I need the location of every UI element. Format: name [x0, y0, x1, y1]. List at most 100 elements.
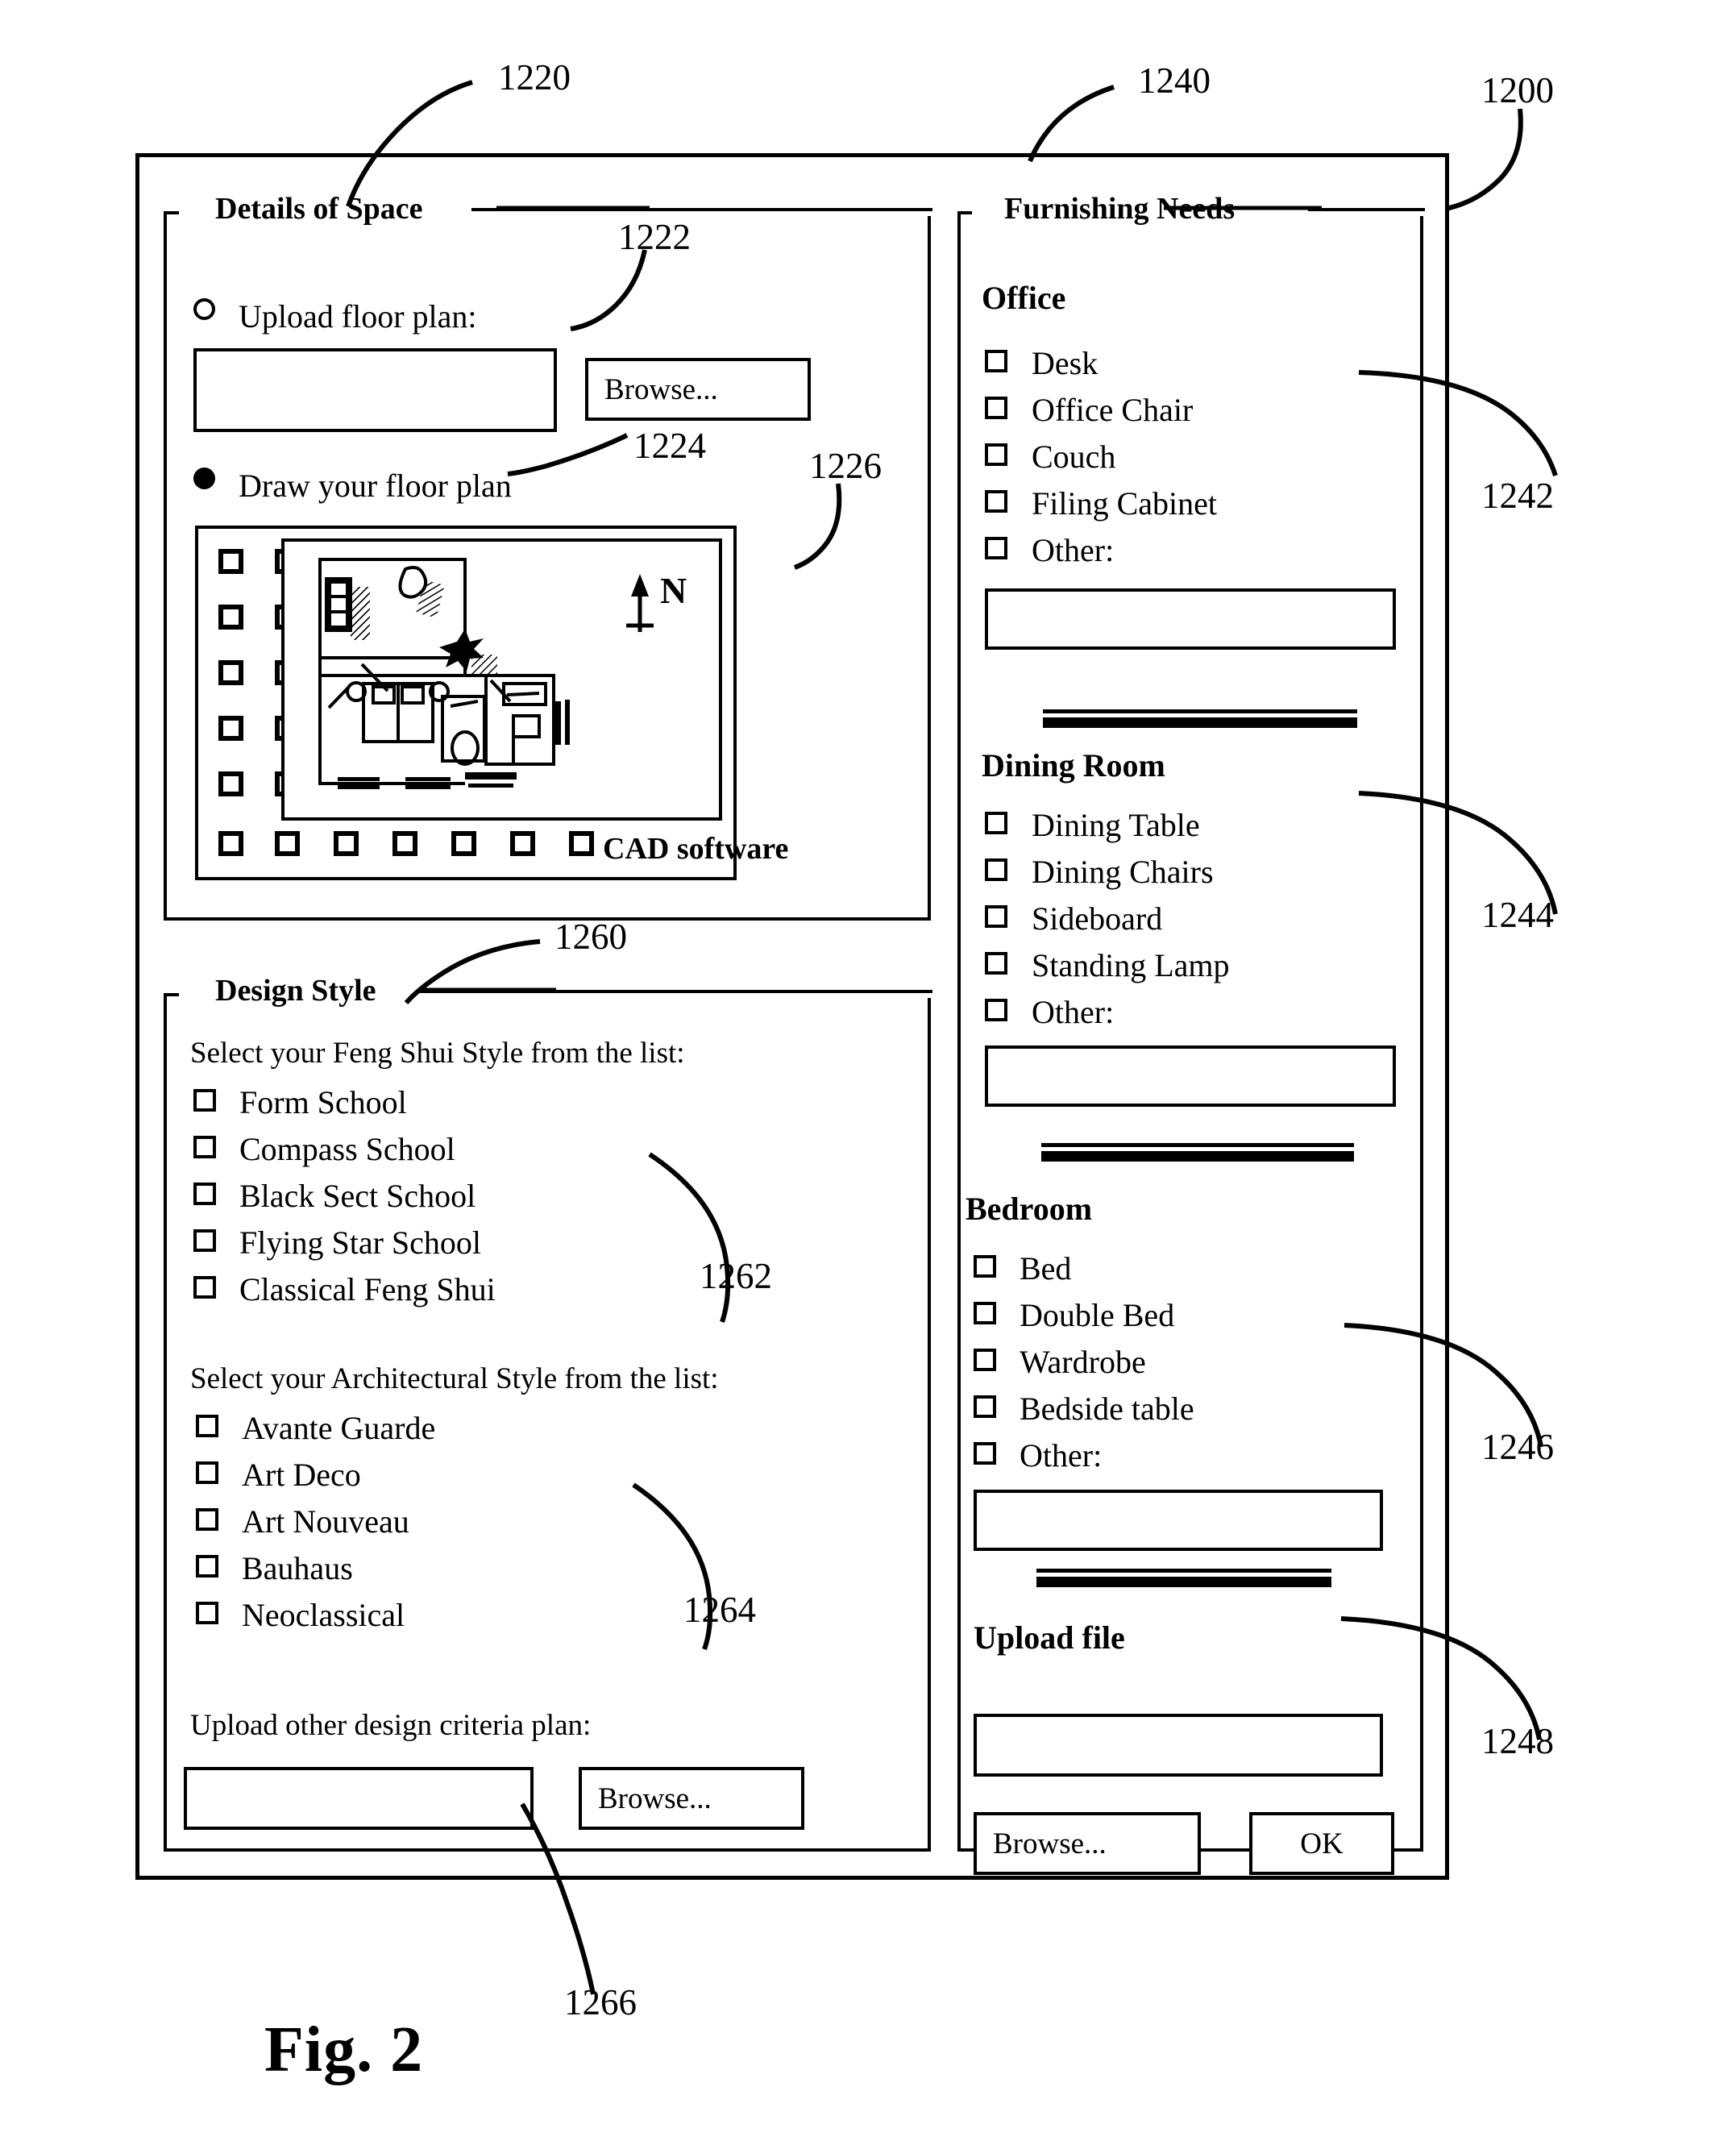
- label-dining-table: Dining Table: [1032, 807, 1200, 843]
- checkbox-form-school[interactable]: [193, 1089, 216, 1112]
- ref-1226: 1226: [809, 446, 882, 486]
- cad-tool-button[interactable]: [218, 549, 243, 574]
- checkbox-dining-other[interactable]: [985, 999, 1007, 1021]
- furnishing-needs-panel: [957, 211, 1423, 1852]
- design-style-title: Design Style: [204, 975, 388, 1006]
- label-bauhaus: Bauhaus: [242, 1550, 353, 1586]
- floor-plan-drawing: N: [318, 558, 687, 789]
- cad-tool-button[interactable]: [569, 831, 594, 856]
- upload-floor-plan-browse-button[interactable]: Browse...: [585, 358, 811, 421]
- dining-other-input[interactable]: [985, 1045, 1396, 1107]
- ref-1240: 1240: [1138, 60, 1211, 101]
- label-bedroom-other: Other:: [1020, 1437, 1103, 1474]
- design-panel-top-border-right: [419, 990, 932, 993]
- label-black-sect-school: Black Sect School: [239, 1178, 476, 1214]
- cad-tool-button[interactable]: [275, 831, 300, 856]
- label-desk: Desk: [1032, 345, 1098, 381]
- checkbox-compass-school[interactable]: [193, 1136, 216, 1158]
- ref-1246: 1246: [1481, 1427, 1554, 1467]
- architectural-prompt: Select your Architectural Style from the…: [190, 1362, 719, 1395]
- ref-1222: 1222: [618, 217, 691, 257]
- upload-file-browse-button[interactable]: Browse...: [974, 1812, 1201, 1875]
- checkbox-wardrobe[interactable]: [974, 1349, 996, 1371]
- checkbox-office-chair[interactable]: [985, 397, 1007, 419]
- checkbox-bedside-table[interactable]: [974, 1395, 996, 1418]
- label-art-nouveau: Art Nouveau: [242, 1503, 409, 1540]
- upload-other-criteria-browse-button[interactable]: Browse...: [579, 1767, 804, 1830]
- office-other-input[interactable]: [985, 588, 1396, 650]
- furnishing-panel-top-border-right: [1308, 208, 1425, 211]
- checkbox-bauhaus[interactable]: [196, 1555, 218, 1578]
- cad-tool-button[interactable]: [334, 831, 359, 856]
- checkbox-flying-star-school[interactable]: [193, 1229, 216, 1252]
- ref-1260: 1260: [554, 917, 627, 957]
- label-art-deco: Art Deco: [242, 1457, 361, 1493]
- office-section-divider: [1043, 709, 1357, 728]
- furnishing-needs-title: Furnishing Needs: [993, 193, 1247, 224]
- checkbox-art-deco[interactable]: [196, 1461, 218, 1484]
- draw-floor-plan-radio[interactable]: [193, 468, 215, 489]
- floor-plan-canvas[interactable]: N: [281, 538, 722, 821]
- label-double-bed: Double Bed: [1020, 1297, 1175, 1333]
- upload-file-input[interactable]: [974, 1714, 1383, 1777]
- cad-tool-button[interactable]: [451, 831, 476, 856]
- upload-floor-plan-input[interactable]: [193, 348, 557, 432]
- label-wardrobe: Wardrobe: [1020, 1344, 1146, 1380]
- ref-1266: 1266: [564, 1982, 637, 2022]
- cad-software-label: CAD software: [603, 832, 789, 866]
- checkbox-sideboard[interactable]: [985, 905, 1007, 928]
- cad-tool-button[interactable]: [218, 771, 243, 796]
- cad-tool-button[interactable]: [218, 605, 243, 630]
- label-dining-other: Other:: [1032, 994, 1115, 1030]
- cad-tool-button[interactable]: [218, 660, 243, 685]
- bedroom-other-input[interactable]: [974, 1490, 1383, 1551]
- cad-tool-button[interactable]: [218, 831, 243, 856]
- cad-tool-button[interactable]: [510, 831, 535, 856]
- checkbox-black-sect-school[interactable]: [193, 1183, 216, 1205]
- label-dining-chairs: Dining Chairs: [1032, 854, 1214, 890]
- checkbox-dining-table[interactable]: [985, 812, 1007, 834]
- ref-1242: 1242: [1481, 476, 1554, 516]
- dining-room-group-heading: Dining Room: [982, 747, 1165, 784]
- ref-1248: 1248: [1481, 1721, 1554, 1761]
- checkbox-dining-chairs[interactable]: [985, 858, 1007, 881]
- checkbox-neoclassical[interactable]: [196, 1602, 218, 1624]
- north-label: N: [660, 570, 687, 611]
- label-compass-school: Compass School: [239, 1131, 455, 1167]
- upload-floor-plan-label: Upload floor plan:: [239, 298, 477, 335]
- checkbox-standing-lamp[interactable]: [985, 952, 1007, 975]
- checkbox-filing-cabinet[interactable]: [985, 490, 1007, 513]
- checkbox-bedroom-other[interactable]: [974, 1442, 996, 1465]
- label-form-school: Form School: [239, 1084, 407, 1120]
- label-neoclassical: Neoclassical: [242, 1597, 405, 1633]
- label-couch: Couch: [1032, 439, 1116, 475]
- upload-file-heading: Upload file: [974, 1619, 1125, 1656]
- checkbox-desk[interactable]: [985, 350, 1007, 372]
- checkbox-couch[interactable]: [985, 443, 1007, 466]
- checkbox-bed[interactable]: [974, 1255, 996, 1278]
- checkbox-art-nouveau[interactable]: [196, 1508, 218, 1531]
- bedroom-section-divider: [1036, 1569, 1331, 1587]
- ref-1220: 1220: [498, 57, 571, 98]
- checkbox-classical-feng-shui[interactable]: [193, 1276, 216, 1299]
- office-group-heading: Office: [982, 280, 1066, 316]
- label-bedside-table: Bedside table: [1020, 1391, 1194, 1427]
- cad-tool-button[interactable]: [218, 716, 243, 741]
- draw-floor-plan-label: Draw your floor plan: [239, 468, 512, 504]
- checkbox-avante-guarde[interactable]: [196, 1415, 218, 1437]
- figure-label: Fig. 2: [264, 2014, 424, 2085]
- label-office-other: Other:: [1032, 532, 1115, 568]
- checkbox-office-other[interactable]: [985, 537, 1007, 559]
- upload-other-criteria-input[interactable]: [184, 1767, 534, 1830]
- ref-1244: 1244: [1481, 895, 1554, 935]
- cad-tool-button[interactable]: [392, 831, 417, 856]
- checkbox-double-bed[interactable]: [974, 1302, 996, 1324]
- bedroom-group-heading: Bedroom: [966, 1191, 1093, 1227]
- ref-1224: 1224: [633, 426, 706, 466]
- upload-floor-plan-radio[interactable]: [193, 298, 215, 320]
- dining-section-divider: [1041, 1143, 1354, 1162]
- label-filing-cabinet: Filing Cabinet: [1032, 485, 1217, 522]
- details-panel-top-border-right: [471, 208, 932, 211]
- label-classical-feng-shui: Classical Feng Shui: [239, 1271, 496, 1307]
- upload-file-ok-button[interactable]: OK: [1249, 1812, 1394, 1875]
